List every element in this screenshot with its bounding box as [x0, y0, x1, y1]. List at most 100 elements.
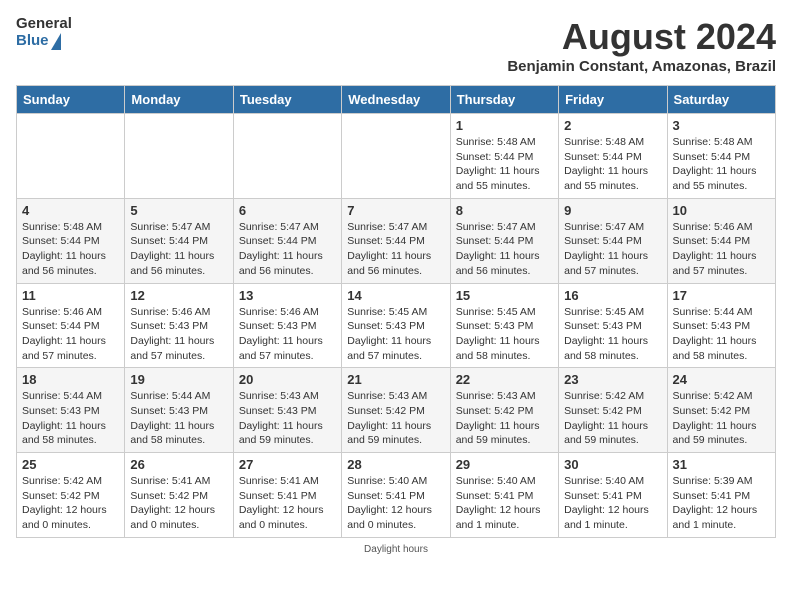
month-title: August 2024 — [507, 16, 776, 58]
day-number: 11 — [22, 288, 119, 303]
day-number: 21 — [347, 372, 444, 387]
day-info: Sunrise: 5:42 AM Sunset: 5:42 PM Dayligh… — [22, 474, 119, 533]
day-number: 28 — [347, 457, 444, 472]
calendar-week-row: 1 Sunrise: 5:48 AM Sunset: 5:44 PM Daylig… — [17, 114, 776, 199]
logo: General Blue — [16, 16, 72, 50]
calendar-cell: 6Sunrise: 5:47 AM Sunset: 5:44 PM Daylig… — [233, 198, 341, 283]
header-sunday: Sunday — [17, 86, 125, 114]
header-friday: Friday — [559, 86, 667, 114]
calendar-cell: 15 Sunrise: 5:45 AM Sunset: 5:43 PM Dayli… — [450, 283, 558, 368]
day-info: Sunrise: 5:43 AM Sunset: 5:42 PM Dayligh… — [456, 389, 553, 448]
day-info: Sunrise: 5:40 AM Sunset: 5:41 PM Dayligh… — [564, 474, 661, 533]
calendar-cell: 13 Sunrise: 5:46 AM Sunset: 5:43 PM Dayli… — [233, 283, 341, 368]
day-number: 14 — [347, 288, 444, 303]
calendar-cell — [233, 114, 341, 199]
day-number: 13 — [239, 288, 336, 303]
day-number: 17 — [673, 288, 770, 303]
day-info: Sunrise: 5:47 AM Sunset: 5:44 PM Dayligh… — [347, 220, 444, 279]
day-info: Sunrise: 5:44 AM Sunset: 5:43 PM Dayligh… — [130, 389, 227, 448]
header-thursday: Thursday — [450, 86, 558, 114]
day-info: Sunrise: 5:47 AM Sunset: 5:44 PM Dayligh… — [456, 220, 553, 279]
calendar-cell: 23Sunrise: 5:42 AM Sunset: 5:42 PM Dayli… — [559, 368, 667, 453]
day-info: Sunrise: 5:40 AM Sunset: 5:41 PM Dayligh… — [347, 474, 444, 533]
day-number: 20 — [239, 372, 336, 387]
day-number: 2 — [564, 118, 661, 133]
day-info: Sunrise: 5:46 AM Sunset: 5:44 PM Dayligh… — [22, 305, 119, 364]
day-number: 19 — [130, 372, 227, 387]
location-subtitle: Benjamin Constant, Amazonas, Brazil — [507, 58, 776, 75]
day-info: Sunrise: 5:48 AM Sunset: 5:44 PM Dayligh… — [673, 135, 770, 194]
day-number: 27 — [239, 457, 336, 472]
day-info: Sunrise: 5:45 AM Sunset: 5:43 PM Dayligh… — [456, 305, 553, 364]
logo-blue: Blue — [16, 33, 49, 50]
calendar-cell: 2 Sunrise: 5:48 AM Sunset: 5:44 PM Daylig… — [559, 114, 667, 199]
calendar-week-row: 18 Sunrise: 5:44 AM Sunset: 5:43 PM Dayli… — [17, 368, 776, 453]
calendar-cell: 22 Sunrise: 5:43 AM Sunset: 5:42 PM Dayli… — [450, 368, 558, 453]
calendar-cell — [125, 114, 233, 199]
calendar-cell: 27Sunrise: 5:41 AM Sunset: 5:41 PM Dayli… — [233, 453, 341, 538]
calendar-cell — [17, 114, 125, 199]
calendar-cell: 10 Sunrise: 5:46 AM Sunset: 5:44 PM Dayli… — [667, 198, 775, 283]
calendar-cell: 11 Sunrise: 5:46 AM Sunset: 5:44 PM Dayli… — [17, 283, 125, 368]
day-info: Sunrise: 5:43 AM Sunset: 5:42 PM Dayligh… — [347, 389, 444, 448]
day-info: Sunrise: 5:40 AM Sunset: 5:41 PM Dayligh… — [456, 474, 553, 533]
day-info: Sunrise: 5:47 AM Sunset: 5:44 PM Dayligh… — [130, 220, 227, 279]
calendar-week-row: 25 Sunrise: 5:42 AM Sunset: 5:42 PM Dayli… — [17, 453, 776, 538]
day-number: 4 — [22, 203, 119, 218]
day-number: 16 — [564, 288, 661, 303]
day-number: 1 — [456, 118, 553, 133]
logo-general: General — [16, 16, 72, 33]
day-number: 30 — [564, 457, 661, 472]
day-info: Sunrise: 5:45 AM Sunset: 5:43 PM Dayligh… — [564, 305, 661, 364]
calendar-cell: 24Sunrise: 5:42 AM Sunset: 5:42 PM Dayli… — [667, 368, 775, 453]
day-info: Sunrise: 5:48 AM Sunset: 5:44 PM Dayligh… — [456, 135, 553, 194]
day-number: 31 — [673, 457, 770, 472]
day-number: 7 — [347, 203, 444, 218]
calendar-cell: 7 Sunrise: 5:47 AM Sunset: 5:44 PM Daylig… — [342, 198, 450, 283]
calendar-cell: 25 Sunrise: 5:42 AM Sunset: 5:42 PM Dayli… — [17, 453, 125, 538]
day-info: Sunrise: 5:43 AM Sunset: 5:43 PM Dayligh… — [239, 389, 336, 448]
calendar-cell: 17 Sunrise: 5:44 AM Sunset: 5:43 PM Dayli… — [667, 283, 775, 368]
day-info: Sunrise: 5:46 AM Sunset: 5:43 PM Dayligh… — [239, 305, 336, 364]
calendar-cell: 18Sunrise: 5:44 AM Sunset: 5:43 PM Dayli… — [17, 368, 125, 453]
calendar-cell: 3Sunrise: 5:48 AM Sunset: 5:44 PM Daylig… — [667, 114, 775, 199]
calendar-cell — [342, 114, 450, 199]
day-number: 10 — [673, 203, 770, 218]
day-number: 29 — [456, 457, 553, 472]
calendar-cell: 31 Sunrise: 5:39 AM Sunset: 5:41 PM Dayli… — [667, 453, 775, 538]
header-saturday: Saturday — [667, 86, 775, 114]
day-info: Sunrise: 5:48 AM Sunset: 5:44 PM Dayligh… — [22, 220, 119, 279]
calendar-cell: 4 Sunrise: 5:48 AM Sunset: 5:44 PM Daylig… — [17, 198, 125, 283]
day-number: 18 — [22, 372, 119, 387]
day-info: Sunrise: 5:42 AM Sunset: 5:42 PM Dayligh… — [564, 389, 661, 448]
calendar-cell: 30 Sunrise: 5:40 AM Sunset: 5:41 PM Dayli… — [559, 453, 667, 538]
calendar-cell: 9 Sunrise: 5:47 AM Sunset: 5:44 PM Daylig… — [559, 198, 667, 283]
day-info: Sunrise: 5:47 AM Sunset: 5:44 PM Dayligh… — [564, 220, 661, 279]
header-monday: Monday — [125, 86, 233, 114]
daylight-note: Daylight hours — [16, 544, 776, 555]
day-number: 25 — [22, 457, 119, 472]
calendar-cell: 28 Sunrise: 5:40 AM Sunset: 5:41 PM Dayli… — [342, 453, 450, 538]
day-info: Sunrise: 5:48 AM Sunset: 5:44 PM Dayligh… — [564, 135, 661, 194]
calendar-cell: 8 Sunrise: 5:47 AM Sunset: 5:44 PM Daylig… — [450, 198, 558, 283]
day-number: 15 — [456, 288, 553, 303]
title-area: August 2024 Benjamin Constant, Amazonas,… — [507, 16, 776, 75]
header-tuesday: Tuesday — [233, 86, 341, 114]
header-wednesday: Wednesday — [342, 86, 450, 114]
day-info: Sunrise: 5:39 AM Sunset: 5:41 PM Dayligh… — [673, 474, 770, 533]
day-number: 9 — [564, 203, 661, 218]
day-number: 5 — [130, 203, 227, 218]
day-number: 8 — [456, 203, 553, 218]
calendar-cell: 14Sunrise: 5:45 AM Sunset: 5:43 PM Dayli… — [342, 283, 450, 368]
day-number: 24 — [673, 372, 770, 387]
logo-triangle-icon — [51, 33, 61, 50]
day-info: Sunrise: 5:44 AM Sunset: 5:43 PM Dayligh… — [673, 305, 770, 364]
calendar-header-row: SundayMondayTuesdayWednesdayThursdayFrid… — [17, 86, 776, 114]
day-number: 22 — [456, 372, 553, 387]
calendar-week-row: 4 Sunrise: 5:48 AM Sunset: 5:44 PM Daylig… — [17, 198, 776, 283]
page-header: General Blue August 2024 Benjamin Consta… — [16, 16, 776, 75]
day-info: Sunrise: 5:46 AM Sunset: 5:44 PM Dayligh… — [673, 220, 770, 279]
calendar-week-row: 11 Sunrise: 5:46 AM Sunset: 5:44 PM Dayli… — [17, 283, 776, 368]
calendar-cell: 29 Sunrise: 5:40 AM Sunset: 5:41 PM Dayli… — [450, 453, 558, 538]
calendar-cell: 26Sunrise: 5:41 AM Sunset: 5:42 PM Dayli… — [125, 453, 233, 538]
